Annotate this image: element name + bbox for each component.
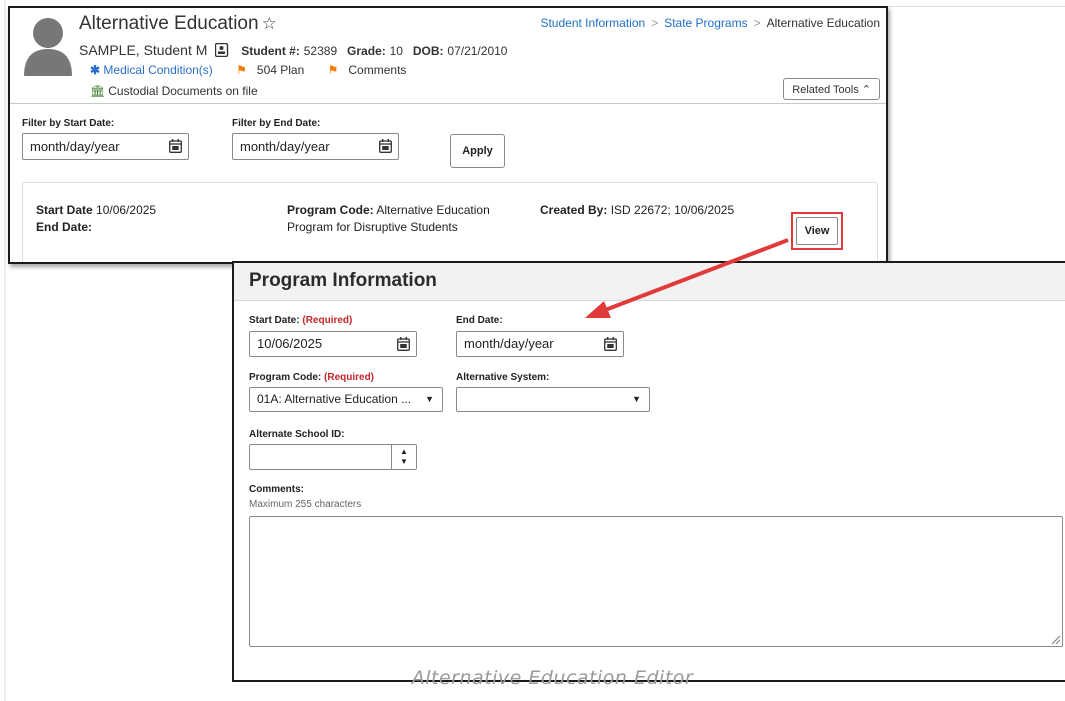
filter-start-label: Filter by Start Date: [22, 118, 115, 129]
dropdown-arrow-icon: ▼ [632, 394, 641, 404]
record-program-code-line2: Program for Disruptive Students [287, 220, 458, 234]
breadcrumb-state-programs[interactable]: State Programs [664, 16, 747, 30]
record-created-by: Created By: ISD 22672; 10/06/2025 [540, 203, 735, 217]
flag-icon: ⚑ [236, 63, 247, 77]
chevron-right-icon: > [753, 16, 761, 30]
comments-alert[interactable]: ⚑ Comments [328, 63, 417, 77]
alternate-school-id-input[interactable]: ▲ ▼ [249, 444, 417, 470]
program-code-label: Program Code: (Required) [249, 372, 375, 383]
comments-label: Comments: [249, 484, 305, 495]
plan504-alert[interactable]: ⚑ 504 Plan [236, 63, 314, 77]
alternative-system-select[interactable]: ▼ [456, 387, 650, 412]
calendar-icon[interactable] [169, 139, 182, 153]
resize-grip-icon[interactable] [1051, 635, 1061, 645]
student-number-label: Student #: [241, 44, 300, 58]
figure-caption: Alternative Education Editor [411, 667, 694, 689]
avatar [24, 18, 72, 76]
alternative-system-label: Alternative System: [456, 372, 550, 383]
filter-end-label: Filter by End Date: [232, 118, 321, 129]
end-date-label: End Date: [456, 315, 503, 326]
grade-value: 10 [389, 44, 403, 58]
breadcrumb: Student Information > State Programs > Alter… [540, 16, 880, 30]
record-start-date: Start Date 10/06/2025 [36, 203, 157, 217]
student-name: SAMPLE, Student M [79, 42, 208, 58]
stepper-up-icon[interactable]: ▲ [400, 447, 408, 456]
program-information-header: Program Information [234, 263, 1065, 301]
breadcrumb-current: Alternative Education [766, 16, 880, 30]
student-header-screenshot: Alternative Education ☆ SAMPLE, Student M… [8, 6, 888, 264]
page-left-border [4, 0, 6, 701]
apply-button[interactable]: Apply [450, 134, 505, 168]
stepper-down-icon[interactable]: ▼ [400, 457, 408, 466]
student-number: 52389 [303, 44, 338, 58]
id-card-icon[interactable] [215, 43, 229, 57]
program-information-title: Program Information [249, 270, 437, 291]
flag-icon: ⚑ [327, 63, 339, 77]
student-header: Alternative Education ☆ SAMPLE, Student M… [10, 8, 886, 104]
chevron-up-icon: ⌃ [861, 83, 871, 96]
calendar-icon[interactable] [397, 337, 410, 351]
page-title: Alternative Education ☆ [79, 13, 277, 34]
calendar-icon[interactable] [379, 139, 392, 153]
alternate-school-id-label: Alternate School ID: [249, 429, 345, 440]
comments-textarea[interactable] [249, 516, 1063, 647]
program-code-select[interactable]: 01A: Alternative Education ... ▼ [249, 387, 443, 412]
chevron-right-icon: > [651, 16, 659, 30]
dob-label: DOB: [412, 44, 444, 58]
filter-end-input[interactable]: month/day/year [232, 133, 399, 160]
dropdown-arrow-icon: ▼ [425, 394, 434, 404]
record-program-code: Program Code: Alternative Education [287, 203, 490, 217]
related-tools-button[interactable]: Related Tools ⌃ [783, 78, 880, 100]
medical-alert[interactable]: ✱ Medical Condition(s) [90, 63, 223, 77]
program-information-screenshot: Program Information Start Date: (Require… [232, 261, 1065, 682]
grade-label: Grade: [347, 44, 386, 58]
number-stepper[interactable]: ▲ ▼ [391, 445, 416, 469]
star-icon[interactable]: ☆ [262, 14, 277, 33]
start-date-label: Start Date: (Required) [249, 315, 353, 326]
student-summary: SAMPLE, Student M Student #: 52389 Grade… [79, 42, 513, 58]
view-button[interactable]: View [796, 217, 838, 245]
calendar-icon[interactable] [604, 337, 617, 351]
courthouse-icon: 🏛 [90, 84, 106, 98]
start-date-input[interactable]: 10/06/2025 [249, 331, 417, 357]
custodial-alert[interactable]: 🏛 Custodial Documents on file [90, 84, 258, 98]
comments-hint: Maximum 255 characters [249, 499, 362, 510]
asterisk-icon: ✱ [90, 63, 101, 77]
end-date-input[interactable]: month/day/year [456, 331, 624, 357]
filter-start-input[interactable]: month/day/year [22, 133, 189, 160]
record-end-date: End Date: [36, 220, 93, 234]
student-alerts: ✱ Medical Condition(s) ⚑ 504 Plan ⚑ Commen… [90, 63, 426, 77]
breadcrumb-student-information[interactable]: Student Information [540, 16, 645, 30]
dob-value: 07/21/2010 [447, 44, 508, 58]
page-top-border [886, 6, 1065, 7]
